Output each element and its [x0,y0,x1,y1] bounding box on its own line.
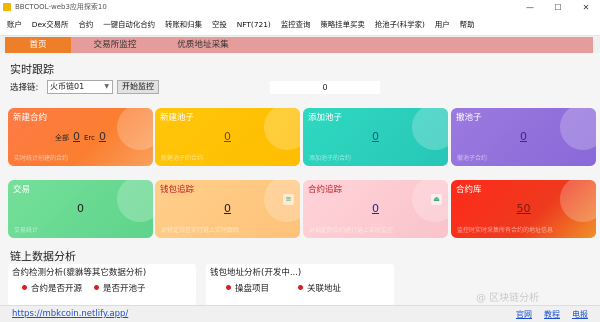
menu-account[interactable]: 账户 [2,19,27,30]
list-item[interactable]: 操盘项目 [226,282,269,294]
official-site-link[interactable]: 官网 [516,309,532,320]
close-button[interactable]: ✕ [572,0,600,14]
title-bar: BBCTOOL-web3应用探索10 — ☐ ✕ [0,0,600,14]
erc-label: Erc [84,134,95,142]
card-contract-track[interactable]: 合约追踪 0 ⏏ 对指定的合约进行链上实时监控 [303,180,448,238]
card-value[interactable]: 0 [155,202,300,215]
list-icon[interactable]: ≡ [283,194,294,205]
website-link[interactable]: https://mbkcoin.netlify.app/ [12,309,128,319]
tutorial-link[interactable]: 教程 [544,309,560,320]
card-title: 新建合约 [13,113,48,123]
menu-user[interactable]: 用户 [430,19,455,30]
menu-dex[interactable]: Dex交易所 [27,19,74,30]
card-new-contract[interactable]: 新建合约 全部 0 Erc 0 实时统计创建的合约 [8,108,153,166]
window-controls: — ☐ ✕ [516,0,600,14]
status-links: 官网 教程 电报 [516,309,588,320]
menu-contract[interactable]: 合约 [73,19,98,30]
card-value: 0 [77,202,84,215]
maximize-button[interactable]: ☐ [544,0,572,14]
all-label: 全部 [55,134,69,142]
card-wallet-track[interactable]: 钱包追踪 0 ≡ 对特定钱包实行链上实时跟踪 [155,180,300,238]
start-monitor-button[interactable]: 开始监控 [117,80,159,94]
menu-bar: 账户 Dex交易所 合约 一键自动化合约 转账和归集 空投 NFT(721) 监… [0,14,600,36]
telegram-link[interactable]: 电报 [572,309,588,320]
card-contract-library[interactable]: 合约库 50 监控时实时采集所有合约的地址信息 [451,180,596,238]
bullet-icon [298,285,303,290]
realtime-title: 实时跟踪 [10,63,54,76]
home-content: 实时跟踪 选择链: 火币链01 ▼ 开始监控 0 新建合约 全部 0 Erc 0… [0,53,600,306]
menu-nft[interactable]: NFT(721) [232,20,276,29]
monitor-counter: 0 [270,81,380,94]
card-title: 添加池子 [308,113,343,123]
card-note: 监控时实时采集所有合约的地址信息 [457,227,554,234]
card-title: 钱包追踪 [160,185,195,195]
card-note: 新建池子的合约 [161,155,204,162]
bullet-icon [22,285,27,290]
all-count[interactable]: 0 [73,130,80,143]
panel-title: 钱包地址分析(开发中...) [210,268,302,278]
list-item[interactable]: 是否开池子 [94,282,146,294]
card-value[interactable]: 50 [451,202,596,215]
status-bar: https://mbkcoin.netlify.app/ 官网 教程 电报 [0,305,600,322]
new-contract-counts: 全部 0 Erc 0 [8,130,153,143]
wallet-analysis-panel[interactable]: 钱包地址分析(开发中...) 操盘项目 关联地址 [206,264,394,306]
analysis-title: 链上数据分析 [10,250,76,263]
list-item[interactable]: 合约是否开源 [22,282,82,294]
bullet-icon [94,285,99,290]
window-title: BBCTOOL-web3应用探索10 [15,3,107,11]
tab-home[interactable]: 首页 [5,37,71,53]
menu-strategy[interactable]: 策略挂单买卖 [315,19,369,30]
card-note: 实时统计创建的合约 [14,155,69,162]
card-title: 合约库 [456,185,482,195]
menu-help[interactable]: 帮助 [455,19,480,30]
card-note: 对指定的合约进行链上实时监控 [309,227,394,234]
exchange-select-value: 火币链01 [50,82,85,91]
tab-bar: 首页 交易所监控 优质地址采集 [5,37,593,53]
card-add-pool[interactable]: 添加池子 0 添加池子的合约 [303,108,448,166]
card-value[interactable]: 0 [303,202,448,215]
bullet-icon [226,285,231,290]
card-value[interactable]: 0 [155,130,300,143]
card-note: 添加池子的合约 [309,155,352,162]
exchange-select[interactable]: 火币链01 ▼ [47,80,113,94]
menu-airdrop[interactable]: 空投 [207,19,232,30]
card-note: 对特定钱包实行链上实时跟踪 [161,227,240,234]
minimize-button[interactable]: — [516,0,544,14]
card-new-pool[interactable]: 新建池子 0 新建池子的合约 [155,108,300,166]
panel-title: 合约检测分析(貔貅等其它数据分析) [12,268,147,278]
list-item[interactable]: 关联地址 [298,282,341,294]
card-value[interactable]: 0 [451,130,596,143]
eject-icon[interactable]: ⏏ [431,194,442,205]
card-title: 新建池子 [160,113,195,123]
tab-address-collect[interactable]: 优质地址采集 [159,37,247,53]
app-icon [3,3,11,11]
card-note: 交易统计 [14,227,39,234]
card-value[interactable]: 0 [303,130,448,143]
exchange-label: 选择链: [10,83,39,93]
card-remove-pool[interactable]: 撤池子 0 撤池子合约 [451,108,596,166]
menu-monitor[interactable]: 监控查询 [276,19,316,30]
watermark: @ 区块链分析 [476,293,540,304]
menu-snipe[interactable]: 抢池子(科学家) [370,19,430,30]
card-trade[interactable]: 交易 0 交易统计 [8,180,153,238]
menu-transfer[interactable]: 转账和归集 [160,19,207,30]
menu-auto-contract[interactable]: 一键自动化合约 [98,19,160,30]
card-note: 撤池子合约 [457,155,488,162]
erc-count[interactable]: 0 [99,130,106,143]
tab-exchange-monitor[interactable]: 交易所监控 [71,37,159,53]
card-title: 撤池子 [456,113,482,123]
card-title: 合约追踪 [308,185,343,195]
card-title: 交易 [13,185,31,195]
contract-analysis-panel[interactable]: 合约检测分析(貔貅等其它数据分析) 合约是否开源 是否开池子 [8,264,196,306]
chevron-down-icon: ▼ [104,83,109,90]
